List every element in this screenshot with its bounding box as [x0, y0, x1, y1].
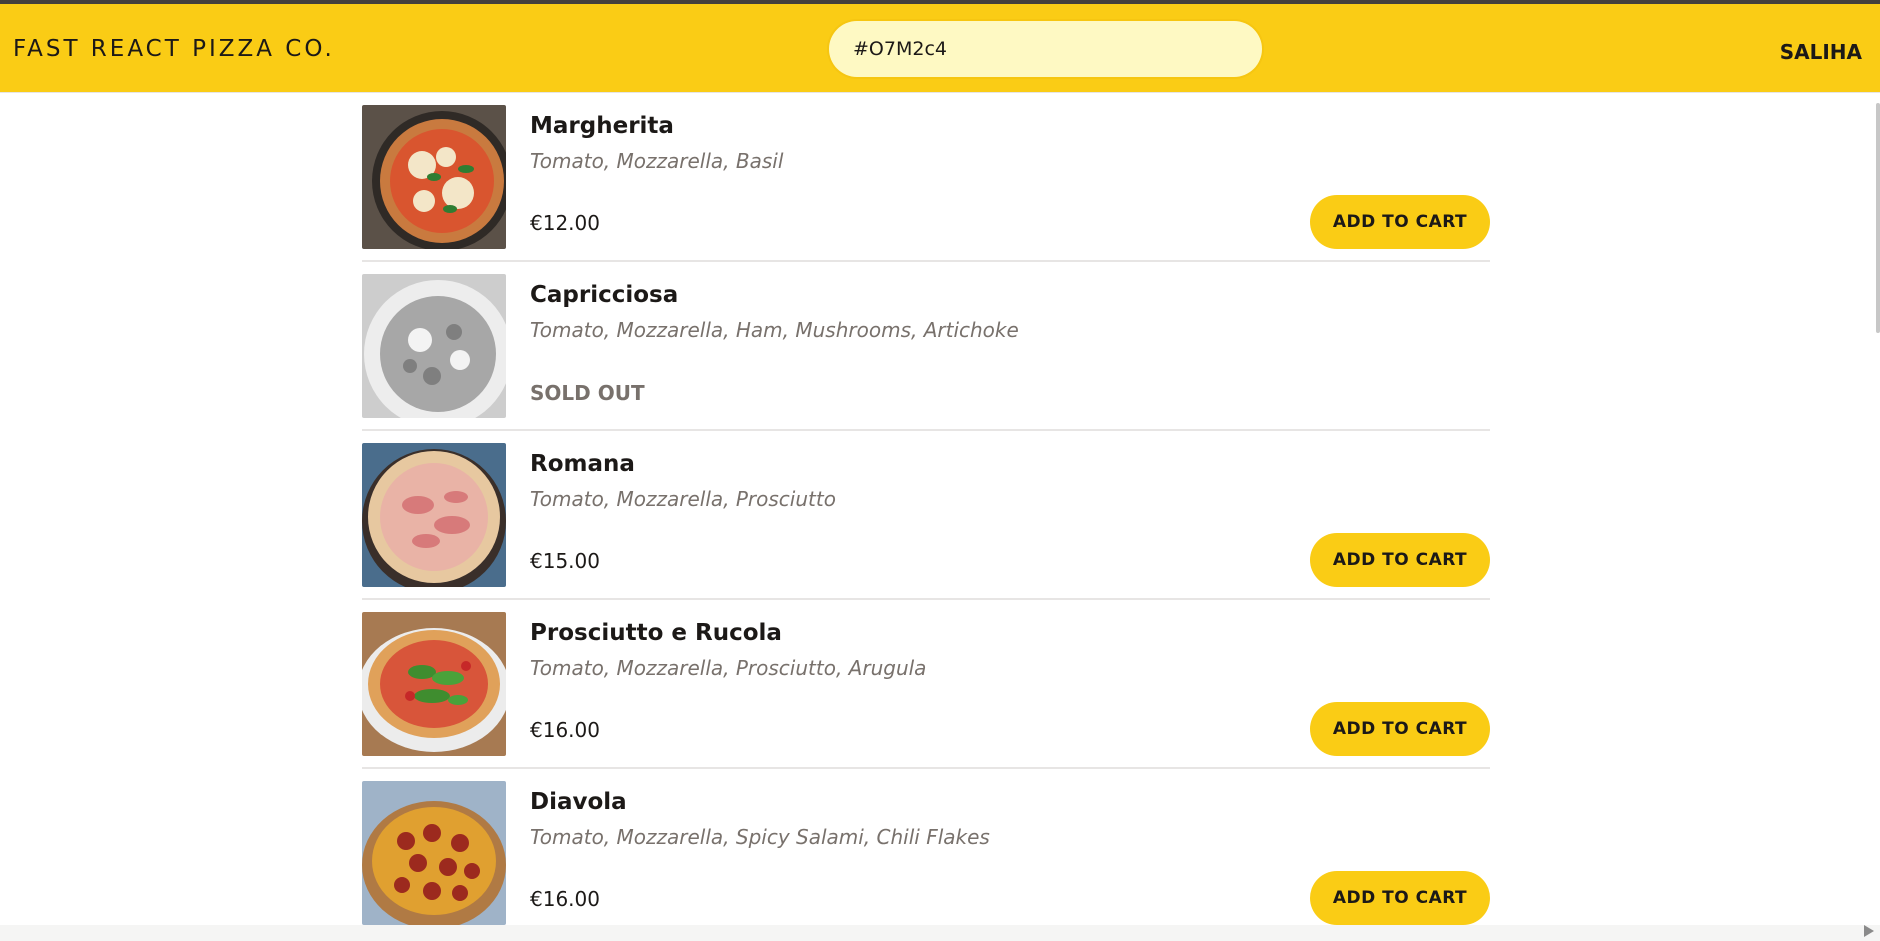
page-scrollbar[interactable]	[1874, 93, 1880, 925]
pizza-ingredients: Tomato, Mozzarella, Spicy Salami, Chili …	[530, 825, 990, 849]
pizza-ingredients: Tomato, Mozzarella, Basil	[530, 149, 784, 173]
order-search-input[interactable]	[829, 21, 1262, 77]
menu-item: Margherita Tomato, Mozzarella, Basil €12…	[362, 93, 1490, 262]
pizza-ingredients: Tomato, Mozzarella, Prosciutto, Arugula	[530, 656, 927, 680]
pizza-ingredients: Tomato, Mozzarella, Prosciutto	[530, 487, 836, 511]
menu-page: Margherita Tomato, Mozzarella, Basil €12…	[362, 93, 1490, 925]
pizza-prosciutto-rucola-photo	[362, 612, 506, 756]
pizza-name: Romana	[530, 451, 635, 477]
menu-item: Prosciutto e Rucola Tomato, Mozzarella, …	[362, 600, 1490, 769]
pizza-name: Prosciutto e Rucola	[530, 620, 782, 646]
pizza-ingredients: Tomato, Mozzarella, Ham, Mushrooms, Arti…	[530, 318, 1019, 342]
pizza-diavola-photo	[362, 781, 506, 925]
add-to-cart-button[interactable]: Add to cart	[1310, 871, 1490, 925]
pizza-margherita-photo	[362, 105, 506, 249]
logo-link[interactable]: Fast React Pizza Co.	[13, 36, 335, 62]
pizza-name: Margherita	[530, 113, 674, 139]
pizza-romana-photo	[362, 443, 506, 587]
scroll-right-arrow-icon[interactable]	[1864, 925, 1874, 937]
add-to-cart-button[interactable]: Add to cart	[1310, 533, 1490, 587]
pizza-capricciosa-photo	[362, 274, 506, 418]
pizza-price: €12.00	[530, 211, 600, 235]
menu-item: Diavola Tomato, Mozzarella, Spicy Salami…	[362, 769, 1490, 925]
scrollbar-thumb[interactable]	[1876, 103, 1880, 333]
horizontal-scroll-track	[0, 925, 1880, 941]
menu-item: Romana Tomato, Mozzarella, Prosciutto €1…	[362, 431, 1490, 600]
pizza-price: €16.00	[530, 718, 600, 742]
add-to-cart-button[interactable]: Add to cart	[1310, 702, 1490, 756]
username: Saliha	[1779, 40, 1862, 64]
menu-item: Capricciosa Tomato, Mozzarella, Ham, Mus…	[362, 262, 1490, 431]
menu-list: Margherita Tomato, Mozzarella, Basil €12…	[362, 93, 1490, 925]
pizza-name: Capricciosa	[530, 282, 679, 308]
app-header: Fast React Pizza Co. Saliha	[0, 4, 1880, 93]
sold-out-label: Sold out	[530, 381, 645, 405]
pizza-price: €15.00	[530, 549, 600, 573]
pizza-name: Diavola	[530, 789, 627, 815]
add-to-cart-button[interactable]: Add to cart	[1310, 195, 1490, 249]
pizza-price: €16.00	[530, 887, 600, 911]
